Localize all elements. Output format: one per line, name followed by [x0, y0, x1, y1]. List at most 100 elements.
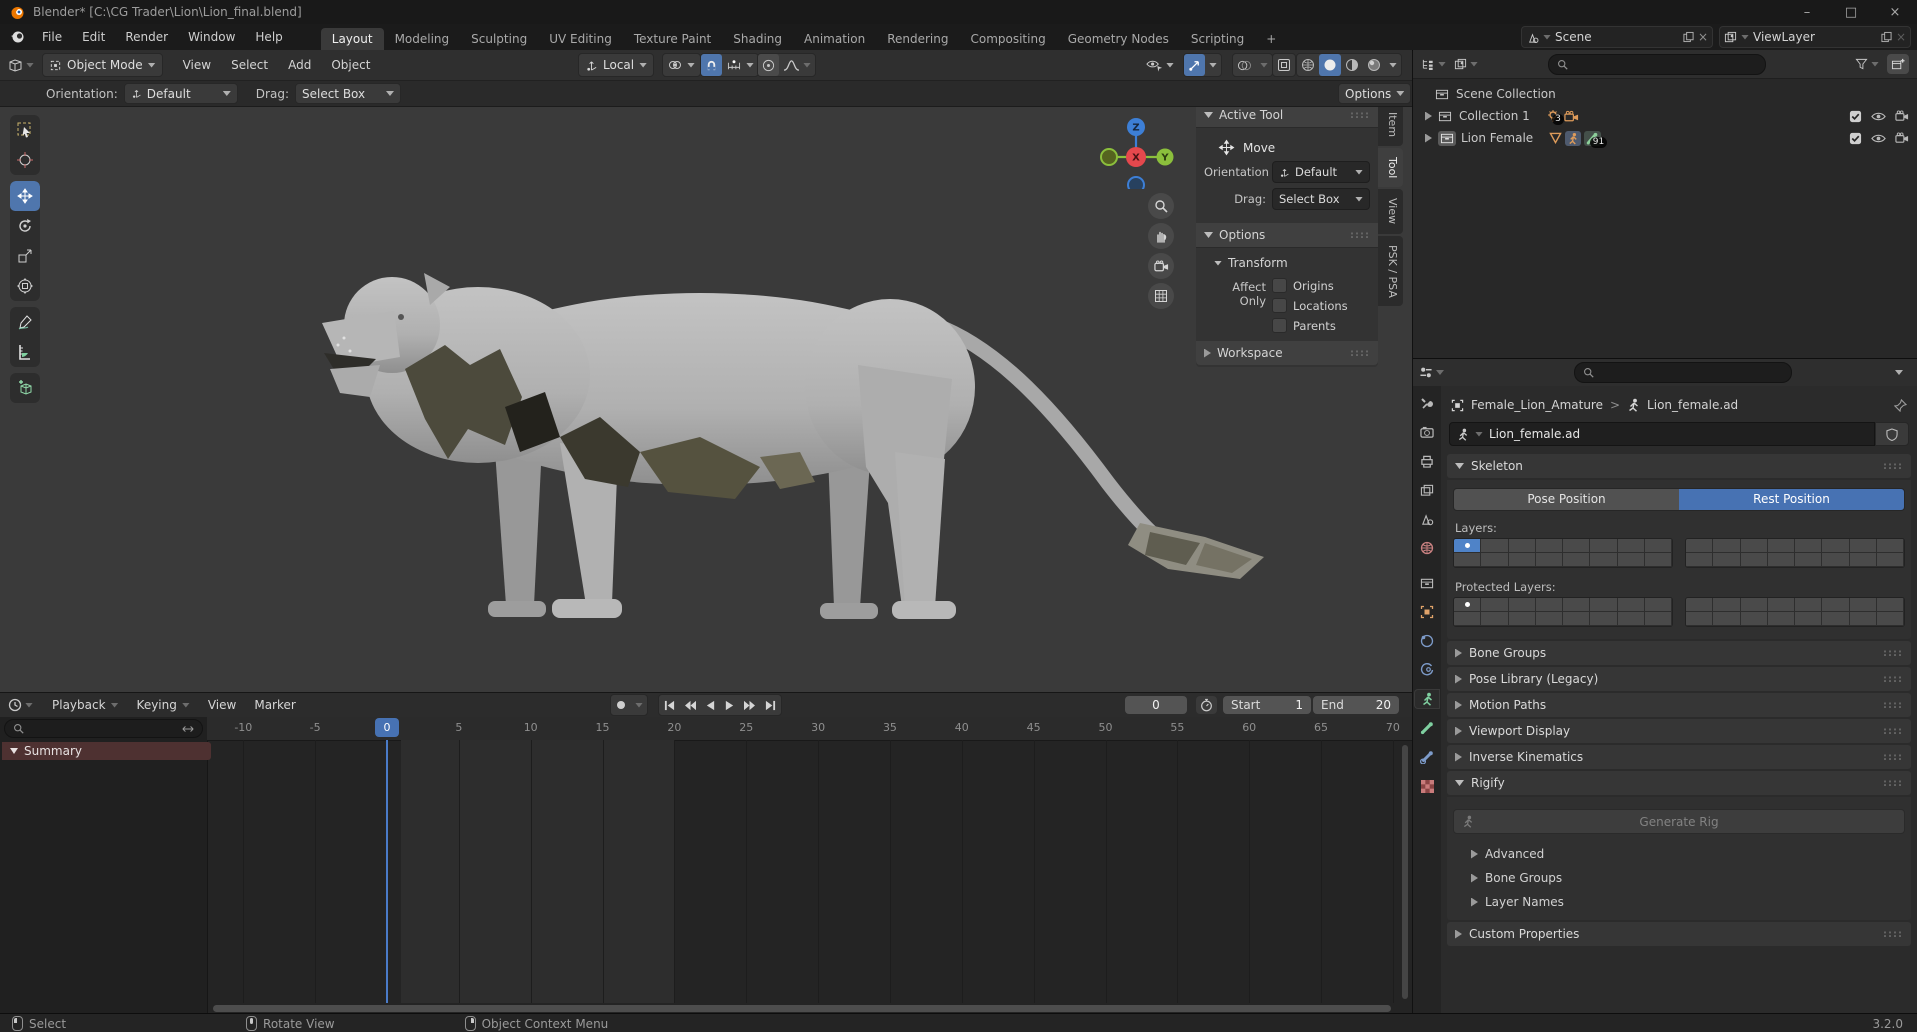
tool-options-dropdown[interactable]: Options [1338, 83, 1412, 104]
filter-toggle-icon[interactable] [182, 724, 194, 734]
scene-clear-button[interactable]: × [1698, 30, 1708, 44]
tab-physics[interactable] [1415, 632, 1439, 650]
protected-layers-grid[interactable] [1453, 597, 1905, 627]
workspace-tab[interactable]: Animation [793, 28, 876, 50]
layer-cell[interactable] [1849, 539, 1877, 553]
outliner-display-mode-button[interactable] [1454, 58, 1478, 71]
layer-cell[interactable] [1822, 539, 1850, 553]
auto-keying-dropdown[interactable] [631, 694, 647, 716]
vertical-scrollbar[interactable] [1402, 745, 1408, 999]
transform-subpanel-header[interactable]: Transform [1214, 256, 1370, 270]
copy-icon[interactable] [1881, 31, 1892, 43]
marker-menu[interactable]: Marker [245, 698, 304, 712]
collapsed-panel-header[interactable]: Motion Paths :::: [1447, 693, 1911, 717]
use-preview-range-toggle[interactable] [1196, 696, 1217, 714]
expand-icon[interactable] [1425, 133, 1432, 143]
tab-constraints[interactable] [1415, 661, 1439, 679]
affect-only-option[interactable]: Origins [1272, 278, 1348, 293]
editor-type-button[interactable] [8, 58, 34, 72]
tab-world[interactable] [1415, 539, 1439, 557]
select-box-tool[interactable] [10, 115, 40, 145]
layer-cell[interactable] [1713, 612, 1741, 626]
proportional-edit-toggle[interactable] [758, 54, 779, 76]
tab-bone-constraint[interactable] [1415, 748, 1439, 766]
outliner-filter-button[interactable] [1855, 58, 1879, 70]
prev-keyframe-button[interactable] [680, 694, 701, 716]
camera-view-button[interactable] [1148, 253, 1174, 279]
layer-cell[interactable] [1767, 553, 1795, 567]
navigation-gizmo[interactable]: Z Y X [1098, 113, 1174, 189]
viewport-3d[interactable]: Z Y X Active Tool :::: Move Orientation … [0, 107, 1412, 692]
layer-cell[interactable] [1876, 612, 1904, 626]
layer-cell[interactable] [1481, 553, 1509, 567]
outliner-row-collection-1[interactable]: Collection 1 3 [1413, 105, 1917, 127]
menu-item[interactable]: Render [115, 30, 178, 44]
tab-object-data[interactable] [1415, 690, 1439, 708]
np-orientation-dropdown[interactable]: Default [1272, 161, 1370, 183]
rendered-shading-button[interactable] [1363, 54, 1385, 76]
tool-drag-dropdown[interactable]: Select Box [294, 83, 401, 104]
layer-cell[interactable] [1644, 598, 1672, 612]
layer-cell[interactable] [1644, 539, 1672, 553]
layer-cell[interactable] [1590, 598, 1618, 612]
scale-tool[interactable] [10, 241, 40, 271]
outliner-search-input[interactable] [1548, 53, 1766, 75]
workspace-tab[interactable]: Shading [722, 28, 793, 50]
layer-cell[interactable] [1508, 598, 1536, 612]
play-reverse-button[interactable] [701, 694, 720, 716]
layer-cell[interactable] [1767, 612, 1795, 626]
new-collection-button[interactable] [1887, 54, 1909, 74]
pin-icon[interactable] [1894, 398, 1907, 412]
generate-rig-button[interactable]: Generate Rig [1453, 809, 1905, 834]
layer-cell[interactable] [1590, 539, 1618, 553]
snap-with-dropdown[interactable] [722, 54, 758, 76]
tab-view-layer[interactable] [1415, 481, 1439, 499]
workspace-tab[interactable]: Sculpting [460, 28, 538, 50]
hide-eye-icon[interactable] [1871, 133, 1886, 144]
snap-toggle[interactable] [701, 54, 722, 76]
n-panel-tab[interactable]: View [1378, 189, 1403, 234]
affect-only-option[interactable]: Parents [1272, 318, 1348, 333]
panel-grip[interactable]: :::: [1350, 110, 1370, 121]
layer-cell[interactable] [1508, 539, 1536, 553]
fake-user-button[interactable] [1875, 422, 1909, 446]
transform-tool[interactable] [10, 271, 40, 301]
start-frame-field[interactable]: Start 1 [1223, 696, 1311, 714]
layer-cell[interactable] [1740, 598, 1768, 612]
playhead-frame-badge[interactable]: 0 [375, 718, 399, 737]
expand-icon[interactable] [1425, 111, 1432, 121]
outliner-editor-button[interactable] [1421, 58, 1446, 71]
add-cube-tool[interactable] [10, 373, 40, 403]
summary-channel[interactable]: Summary [2, 742, 211, 760]
panel-grip[interactable]: :::: [1883, 778, 1903, 789]
tab-texture[interactable] [1415, 777, 1439, 795]
checkbox[interactable] [1272, 298, 1287, 313]
viewport-menu-item[interactable]: Add [278, 58, 321, 72]
layer-cell[interactable] [1563, 553, 1591, 567]
layer-cell[interactable] [1481, 612, 1509, 626]
n-panel-tab[interactable]: Tool [1378, 148, 1403, 188]
layer-cell[interactable] [1508, 553, 1536, 567]
rest-position-button[interactable]: Rest Position [1679, 489, 1904, 510]
timeline-view-menu[interactable]: View [199, 698, 245, 712]
collapsed-panel-header[interactable]: Pose Library (Legacy) :::: [1447, 667, 1911, 691]
maximize-button[interactable]: □ [1829, 5, 1873, 20]
layer-cell[interactable] [1822, 598, 1850, 612]
collapsed-panel-header[interactable]: Bone Groups :::: [1447, 641, 1911, 665]
move-tool[interactable] [10, 181, 40, 211]
n-panel-tab[interactable]: PSK / PSA [1378, 235, 1403, 307]
layer-cell[interactable] [1535, 553, 1563, 567]
layer-cell[interactable] [1481, 598, 1509, 612]
layer-cell[interactable] [1454, 539, 1482, 553]
layer-cell[interactable] [1454, 612, 1482, 626]
tab-object[interactable] [1415, 603, 1439, 621]
auto-keying-toggle[interactable] [611, 694, 631, 716]
workspace-tab[interactable]: Modeling [384, 28, 461, 50]
overlays-dropdown[interactable] [1256, 54, 1272, 76]
scene-selector[interactable]: Scene × [1521, 26, 1713, 48]
layer-cell[interactable] [1822, 612, 1850, 626]
menu-item[interactable]: File [32, 30, 72, 44]
workspace-tab[interactable]: Layout [320, 27, 384, 50]
layer-cell[interactable] [1535, 598, 1563, 612]
hide-eye-icon[interactable] [1871, 111, 1886, 122]
